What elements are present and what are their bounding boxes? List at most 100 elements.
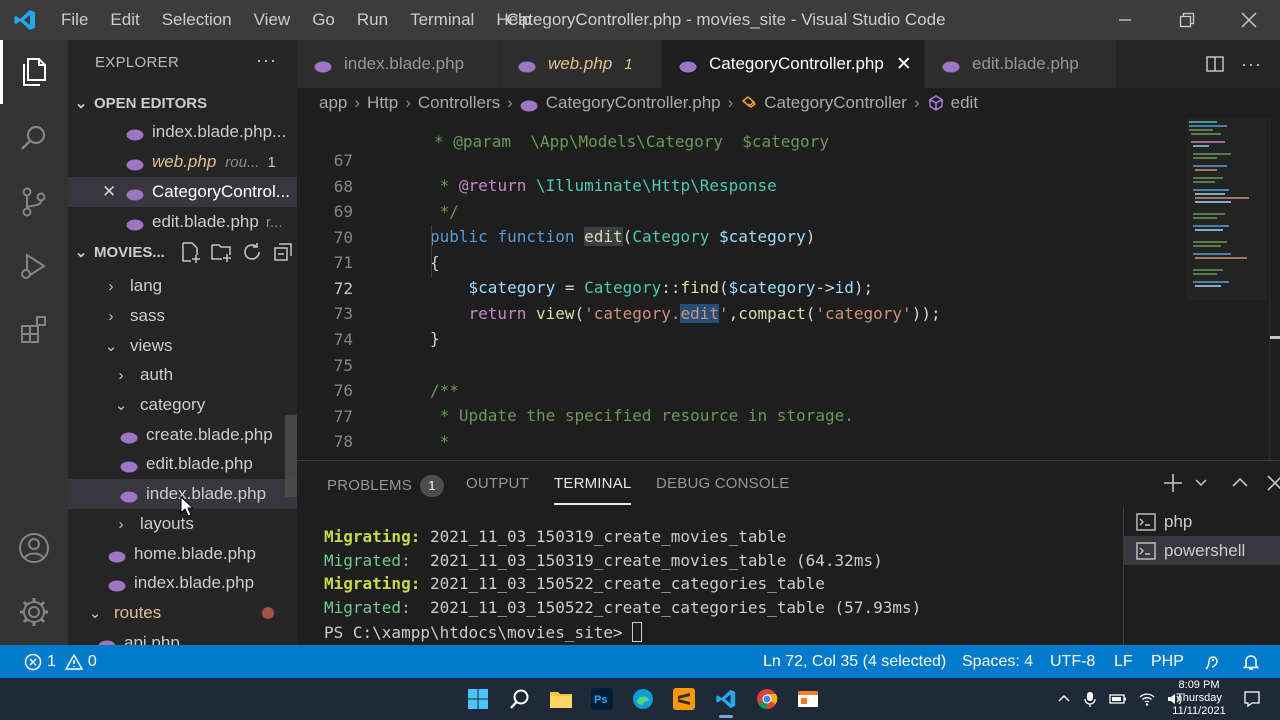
menu-go[interactable]: Go bbox=[301, 0, 346, 40]
taskbar-search-icon[interactable] bbox=[503, 682, 537, 716]
collapse-all-icon[interactable] bbox=[272, 241, 294, 263]
open-editor-item[interactable]: index.blade.php... bbox=[68, 117, 297, 147]
new-terminal-icon[interactable] bbox=[1162, 472, 1184, 494]
close-panel-icon[interactable] bbox=[1266, 474, 1280, 492]
language-mode[interactable]: PHP bbox=[1151, 645, 1184, 678]
open-editors-header[interactable]: ⌄ OPEN EDITORS bbox=[68, 89, 297, 117]
battery-icon[interactable] bbox=[1109, 693, 1127, 705]
indentation[interactable]: Spaces: 4 bbox=[962, 645, 1033, 678]
problem-count: 1 bbox=[267, 153, 276, 171]
breadcrumb-item[interactable]: Http bbox=[367, 93, 398, 113]
maximize-panel-icon[interactable] bbox=[1230, 473, 1250, 493]
open-editor-item-active[interactable]: ✕ CategoryControl... bbox=[68, 177, 297, 207]
breadcrumb-item[interactable]: edit bbox=[951, 93, 978, 113]
notification-center-icon[interactable] bbox=[1243, 678, 1261, 720]
terminal-item-powershell[interactable]: powershell bbox=[1124, 536, 1280, 565]
tab-terminal[interactable]: TERMINAL bbox=[554, 475, 632, 505]
open-editor-item[interactable]: edit.blade.php r... bbox=[68, 207, 297, 237]
tree-file[interactable]: index.blade.php bbox=[68, 568, 297, 598]
menu-selection[interactable]: Selection bbox=[151, 0, 243, 40]
tree-folder[interactable]: › lang bbox=[68, 271, 297, 301]
tree-file[interactable]: create.blade.php bbox=[68, 420, 297, 450]
editor-scrollbar[interactable] bbox=[1269, 118, 1280, 460]
activity-bar bbox=[0, 40, 68, 645]
search-icon[interactable] bbox=[0, 106, 68, 170]
tree-file[interactable]: edit.blade.php bbox=[68, 449, 297, 479]
tree-folder[interactable]: › auth bbox=[68, 360, 297, 390]
vscode-taskbar-icon[interactable] bbox=[709, 682, 743, 718]
minimap[interactable] bbox=[1187, 118, 1267, 318]
run-debug-icon[interactable] bbox=[0, 234, 68, 298]
chrome-browser-icon[interactable] bbox=[750, 682, 784, 716]
code-line: 70 { bbox=[297, 200, 1187, 272]
system-tray bbox=[1057, 678, 1183, 720]
tree-file[interactable]: home.blade.php bbox=[68, 539, 297, 569]
edge-browser-icon[interactable] bbox=[626, 682, 660, 716]
terminal-prompt[interactable]: PS C:\xampp\htdocs\movies_site> bbox=[324, 622, 643, 642]
tab-edit-blade[interactable]: edit.blade.php bbox=[925, 40, 1117, 88]
close-icon[interactable]: ✕ bbox=[102, 182, 126, 202]
code-editor[interactable]: * @param \App\Models\Category $category … bbox=[297, 118, 1280, 460]
open-editor-label: CategoryControl... bbox=[152, 182, 290, 201]
source-control-icon[interactable] bbox=[0, 170, 68, 234]
feedback-icon[interactable] bbox=[1203, 645, 1223, 678]
breadcrumb-item[interactable]: CategoryController bbox=[764, 93, 907, 113]
sidebar-scrollbar[interactable] bbox=[285, 415, 297, 497]
cursor-position[interactable]: Ln 72, Col 35 (4 selected) bbox=[763, 645, 946, 678]
menu-view[interactable]: View bbox=[243, 0, 302, 40]
more-actions-icon[interactable]: ··· bbox=[256, 50, 277, 71]
tree-folder[interactable]: ⌄ views bbox=[68, 331, 297, 361]
error-count: 1 bbox=[47, 652, 56, 670]
account-icon[interactable] bbox=[0, 516, 68, 580]
windows-start-icon[interactable] bbox=[461, 682, 495, 716]
workspace-header[interactable]: ⌄ MOVIES... bbox=[68, 238, 297, 266]
file-explorer-icon[interactable] bbox=[544, 682, 578, 716]
microphone-icon[interactable] bbox=[1083, 691, 1097, 707]
close-window-button[interactable] bbox=[1218, 0, 1280, 40]
open-editor-item[interactable]: web.php rou... 1 bbox=[68, 147, 297, 177]
tab-category-controller[interactable]: CategoryController.php ✕ bbox=[662, 40, 925, 88]
sublime-text-icon[interactable] bbox=[667, 682, 701, 716]
tree-folder[interactable]: ⌄ category bbox=[68, 390, 297, 420]
menu-run[interactable]: Run bbox=[346, 0, 399, 40]
menu-file[interactable]: File bbox=[50, 0, 99, 40]
breadcrumb-item[interactable]: Controllers bbox=[418, 93, 500, 113]
chevron-up-icon[interactable] bbox=[1057, 692, 1071, 706]
close-tab-icon[interactable]: ✕ bbox=[896, 53, 912, 76]
taskbar-clock[interactable]: 8:09 PM Thursday 11/11/2021 bbox=[1168, 678, 1230, 720]
menu-help[interactable]: Help bbox=[485, 0, 542, 40]
explorer-icon[interactable] bbox=[0, 40, 68, 104]
split-editor-icon[interactable] bbox=[1205, 54, 1225, 74]
new-file-icon[interactable] bbox=[179, 241, 201, 263]
breadcrumb-item[interactable]: CategoryController.php bbox=[546, 93, 721, 113]
tab-problems[interactable]: PROBLEMS 1 bbox=[327, 475, 444, 497]
tab-output[interactable]: OUTPUT bbox=[466, 475, 529, 492]
photoshop-icon[interactable]: Ps bbox=[585, 682, 619, 716]
manage-gear-icon[interactable] bbox=[0, 580, 68, 644]
menu-edit[interactable]: Edit bbox=[99, 0, 150, 40]
wifi-icon[interactable] bbox=[1139, 692, 1155, 706]
more-actions-icon[interactable]: ··· bbox=[1241, 54, 1262, 75]
xampp-control-icon[interactable] bbox=[791, 682, 825, 716]
end-of-line[interactable]: LF bbox=[1114, 645, 1133, 678]
menu-terminal[interactable]: Terminal bbox=[399, 0, 485, 40]
restore-button[interactable] bbox=[1156, 0, 1218, 40]
minimize-button[interactable] bbox=[1094, 0, 1156, 40]
refresh-icon[interactable] bbox=[241, 241, 263, 263]
extensions-icon[interactable] bbox=[0, 298, 68, 362]
encoding[interactable]: UTF-8 bbox=[1050, 645, 1095, 678]
svg-text:Ps: Ps bbox=[594, 694, 607, 706]
problems-status[interactable]: 1 0 bbox=[24, 645, 97, 678]
tree-folder[interactable]: ⌄ routes bbox=[68, 598, 297, 628]
notifications-bell-icon[interactable] bbox=[1242, 645, 1260, 678]
clock-day: Thursday bbox=[1176, 692, 1222, 704]
breadcrumb-item[interactable]: app bbox=[319, 93, 347, 113]
new-folder-icon[interactable] bbox=[210, 241, 232, 263]
tab-debug-console[interactable]: DEBUG CONSOLE bbox=[656, 475, 789, 492]
chevron-down-icon[interactable] bbox=[1194, 476, 1208, 490]
terminal-item-php[interactable]: php bbox=[1124, 507, 1280, 536]
tree-file[interactable]: api.php bbox=[68, 628, 297, 645]
tab-index-blade[interactable]: index.blade.php bbox=[297, 40, 501, 88]
tab-web-php[interactable]: web.php 1 bbox=[501, 40, 662, 88]
tree-folder[interactable]: › sass bbox=[68, 301, 297, 331]
